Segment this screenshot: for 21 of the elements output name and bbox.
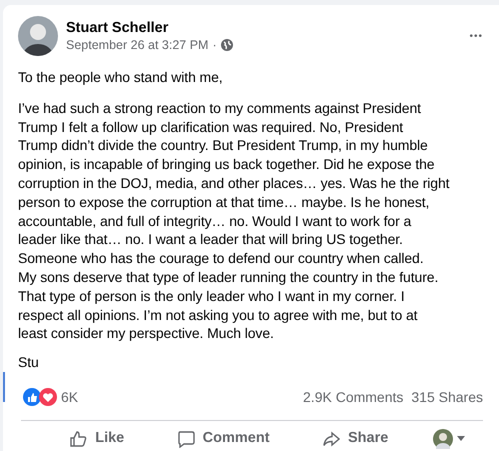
like-button[interactable]: Like	[61, 424, 132, 451]
comments-count[interactable]: 2.9K Comments	[303, 386, 404, 408]
avatar-icon[interactable]	[18, 16, 58, 56]
profile-icon[interactable]	[432, 428, 453, 449]
greeting-text: To the people who stand with me,	[18, 68, 224, 87]
author-name[interactable]: Stuart Scheller	[66, 19, 470, 37]
share-button[interactable]: Share	[314, 424, 396, 451]
reaction-count[interactable]: 6K	[61, 386, 78, 408]
thumbs-up-icon	[69, 430, 88, 448]
globe-icon	[220, 39, 233, 51]
speech-bubble-icon	[176, 430, 195, 448]
comment-button[interactable]: Comment	[168, 424, 278, 451]
shares-count[interactable]: 315 Shares	[411, 386, 483, 408]
thumbs-up-icon[interactable]	[23, 388, 41, 406]
arrow-icon	[322, 430, 340, 448]
more-options[interactable]: •••	[469, 28, 483, 44]
caret-icon[interactable]	[456, 436, 465, 442]
signature: Stu	[18, 353, 40, 372]
post-time[interactable]: September 26 at 3:27 PM	[66, 37, 208, 53]
separator: ·	[212, 37, 217, 53]
post-body: I’ve had such a strong reaction to my comments against President Trump I felt a follow up clarification was required. No, President Trump didn’t divide the country. But President Trump, in my humble opinion, is incapable of bringing us back together. Did he expose the corruption in the DOJ, media, and other places… yes. Was he the right person to expose the corruption at that time… maybe. Is he honest, accountable, and full of integrity… no. Would I want to work for a leader like that… no. I want a leader that will bring US together. Someone who has the courage to defend our country when called. My sons deserve that type of leader running the country in the future. That type of person is the only leader who I want in my corner. I respect all opinions. I’m not asking you to agree with me, but to at least consider my perspective. Much love.	[18, 98, 450, 344]
